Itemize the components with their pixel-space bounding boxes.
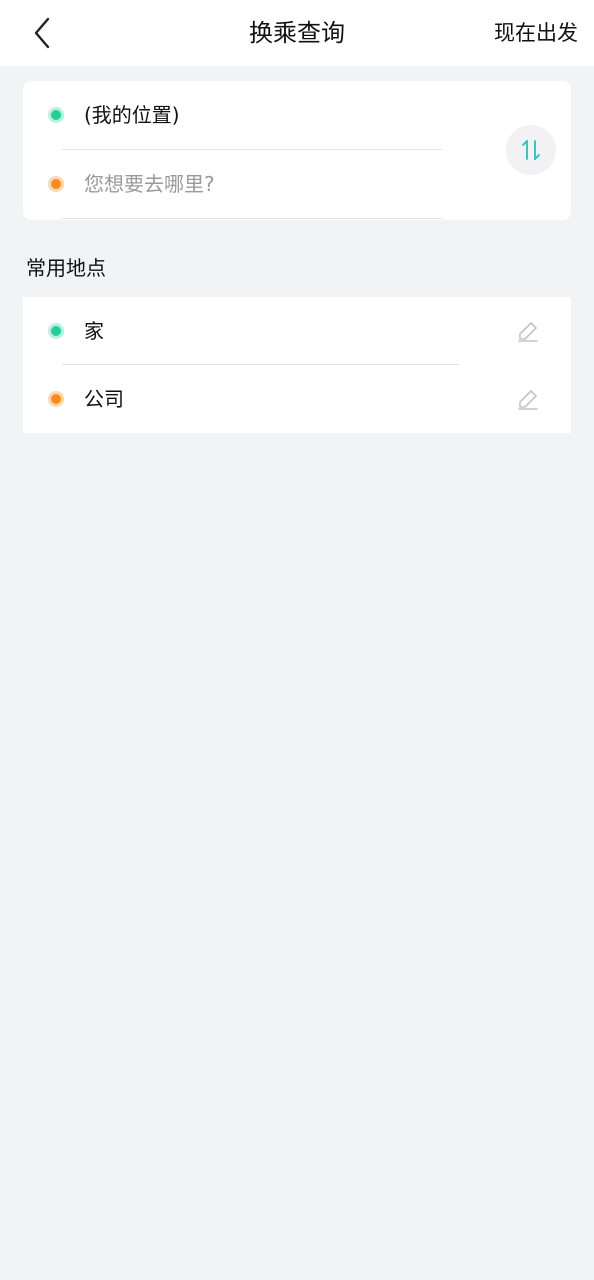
swap-vertical-icon [522,140,540,160]
common-places-list: 家 公司 [23,297,571,433]
destination-underline [62,218,442,219]
place-label: 家 [84,319,104,343]
destination-dot-icon [48,176,64,192]
place-dot-icon [48,323,64,339]
depart-now-button[interactable]: 现在出发 [494,20,578,46]
origin-row[interactable]: (我的位置) [23,81,571,149]
destination-field[interactable]: 您想要去哪里? [84,171,215,197]
route-card: (我的位置) 您想要去哪里? [23,81,571,220]
origin-field[interactable]: (我的位置) [84,102,180,128]
place-dot-icon [48,391,64,407]
origin-dot-icon [48,107,64,123]
top-bar: 换乘查询 现在出发 [0,0,594,66]
common-places-heading: 常用地点 [26,256,106,280]
edit-pencil-icon[interactable] [516,319,540,343]
edit-pencil-icon[interactable] [516,387,540,411]
destination-row[interactable]: 您想要去哪里? [23,150,571,218]
place-label: 公司 [84,387,124,411]
swap-button[interactable] [506,125,556,175]
place-item-home[interactable]: 家 [23,297,571,365]
place-item-company[interactable]: 公司 [23,365,571,433]
